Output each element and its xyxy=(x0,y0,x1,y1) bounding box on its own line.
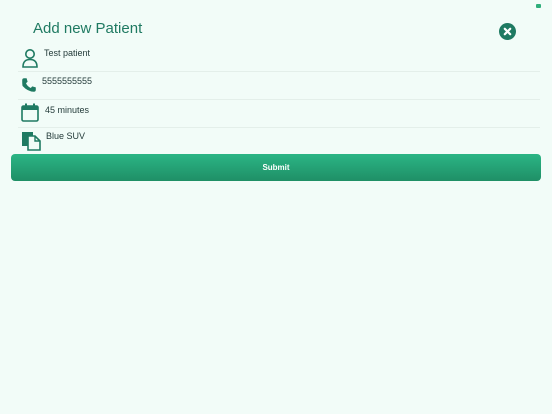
patient-form xyxy=(18,44,540,156)
patient-name-field[interactable] xyxy=(44,48,444,58)
documents-icon xyxy=(22,132,41,151)
battery-indicator xyxy=(536,4,541,8)
phone-icon xyxy=(22,78,36,92)
close-button[interactable] xyxy=(499,23,516,40)
field-row-name xyxy=(18,44,540,72)
phone-field[interactable] xyxy=(42,76,442,86)
wait-time-field[interactable] xyxy=(45,105,445,115)
field-row-time xyxy=(18,100,540,128)
close-icon xyxy=(503,27,512,36)
page-title: Add new Patient xyxy=(33,20,143,37)
vehicle-field[interactable] xyxy=(46,131,446,141)
submit-button[interactable]: Submit xyxy=(11,154,541,181)
calendar-icon xyxy=(21,103,39,122)
field-row-vehicle xyxy=(18,128,540,156)
field-row-phone xyxy=(18,72,540,100)
person-icon xyxy=(22,49,38,68)
